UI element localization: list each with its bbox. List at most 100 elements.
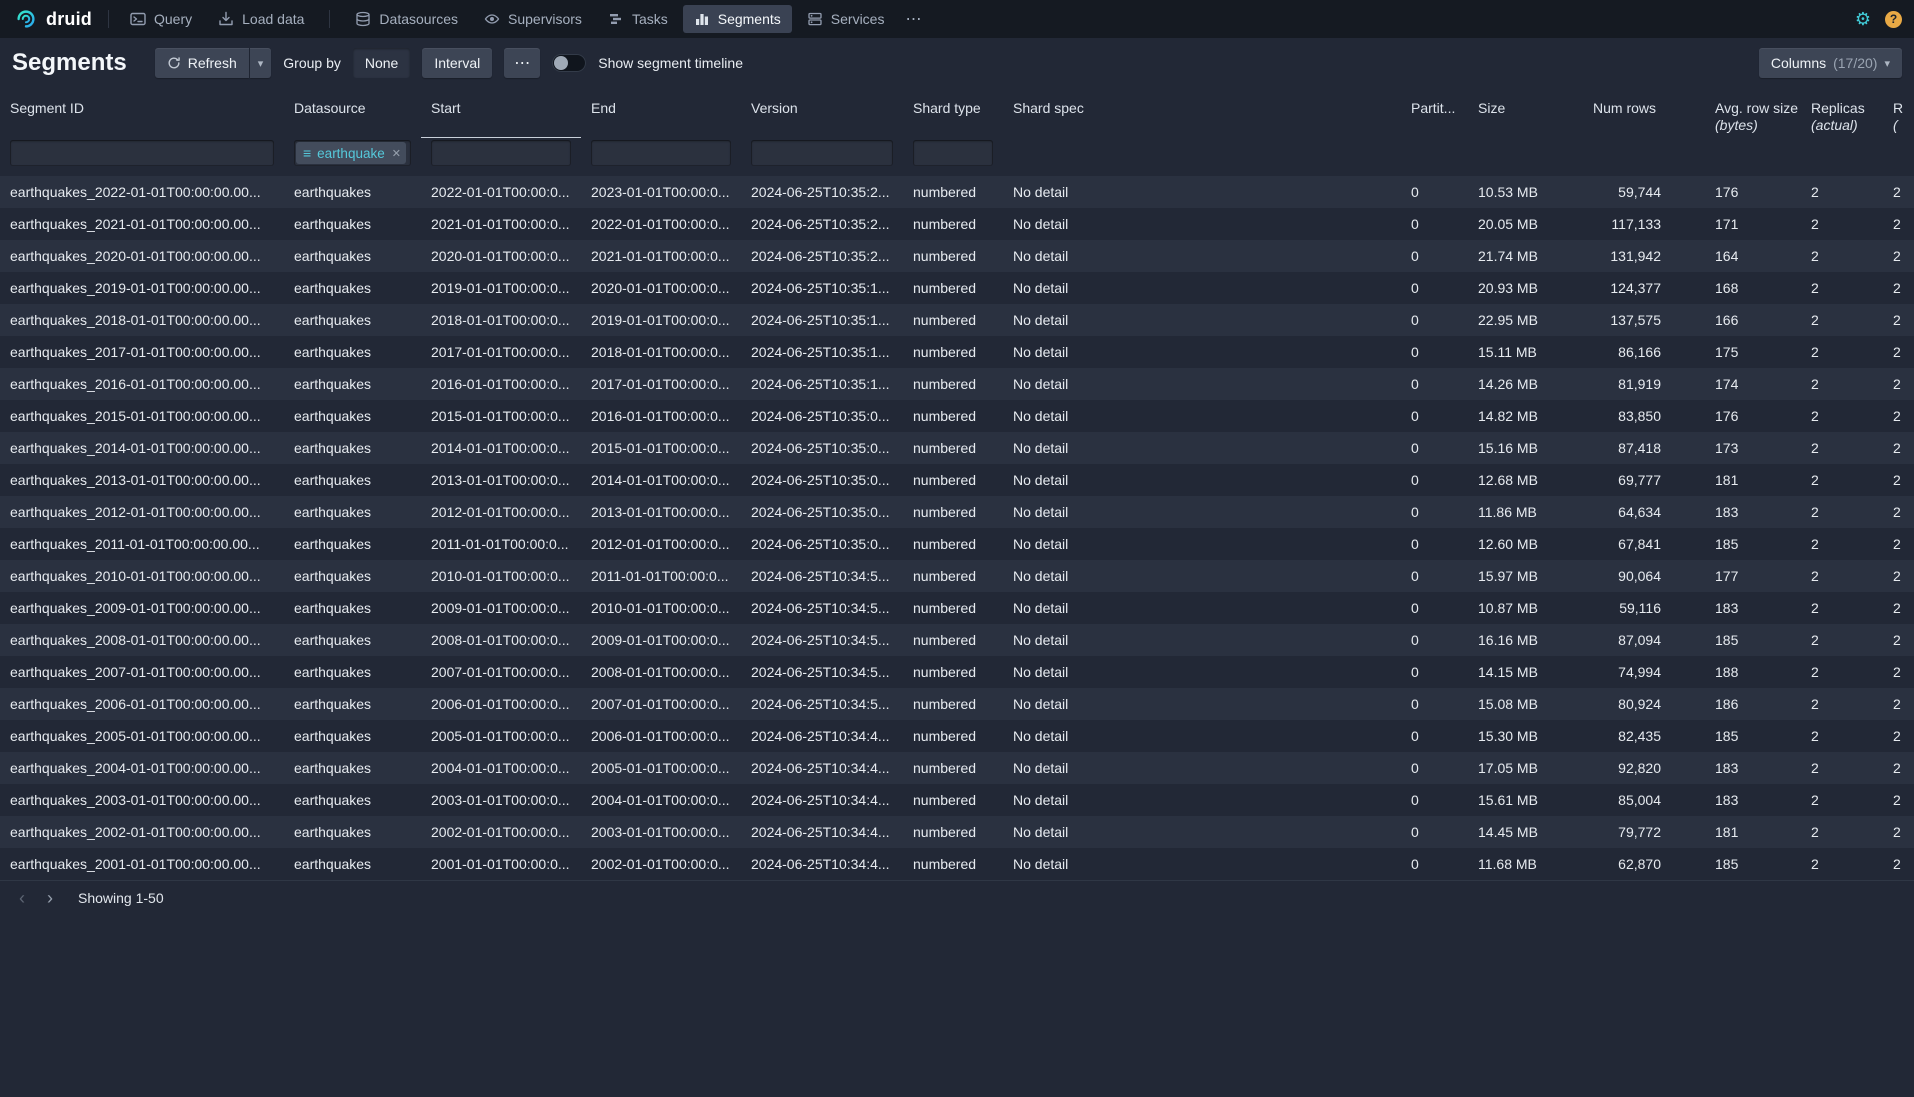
column-header-replicas[interactable]: Replicas(actual)	[1801, 90, 1883, 138]
table-row[interactable]: earthquakes_2011-01-01T00:00:00.00...ear…	[0, 528, 1914, 560]
table-row[interactable]: earthquakes_2020-01-01T00:00:00.00...ear…	[0, 240, 1914, 272]
num_rows-cell: 137,575	[1583, 304, 1705, 336]
segment_id-cell: earthquakes_2022-01-01T00:00:00.00...	[0, 176, 284, 208]
nav-item-tasks[interactable]: Tasks	[597, 5, 679, 33]
nav-item-load-data[interactable]: Load data	[207, 5, 315, 33]
nav-item-datasources[interactable]: Datasources	[344, 5, 469, 33]
table-row[interactable]: earthquakes_2004-01-01T00:00:00.00...ear…	[0, 752, 1914, 784]
column-header-version[interactable]: Version	[741, 90, 903, 138]
nav-item-services[interactable]: Services	[796, 5, 896, 33]
avg_row_size-cell: 164	[1705, 240, 1801, 272]
shard_type-cell: numbered	[903, 688, 1003, 720]
table-row[interactable]: earthquakes_2010-01-01T00:00:00.00...ear…	[0, 560, 1914, 592]
replication-cell: 2	[1883, 496, 1914, 528]
help-icon[interactable]: ?	[1885, 11, 1902, 28]
datasource-filter-tag[interactable]: ≡earthquake✕	[296, 142, 406, 164]
columns-button[interactable]: Columns (17/20) ▾	[1759, 48, 1902, 78]
column-label: Partit...	[1411, 100, 1458, 117]
shard_spec-cell: No detail	[1003, 848, 1401, 880]
datasources-icon	[355, 11, 371, 27]
replicas-cell: 2	[1801, 432, 1883, 464]
version-cell: 2024-06-25T10:34:4...	[741, 752, 903, 784]
column-header-shard_spec[interactable]: Shard spec	[1003, 90, 1401, 138]
table-row[interactable]: earthquakes_2002-01-01T00:00:00.00...ear…	[0, 816, 1914, 848]
nav-more-button[interactable]: ⋯	[895, 5, 932, 33]
remove-tag-icon[interactable]: ✕	[391, 147, 401, 160]
druid-logo[interactable]: druid	[12, 7, 98, 31]
column-header-avg_row_size[interactable]: Avg. row size(bytes)	[1705, 90, 1801, 138]
shard_type-cell: numbered	[903, 656, 1003, 688]
nav-item-supervisors[interactable]: Supervisors	[473, 5, 593, 33]
shard_type-filter-input[interactable]	[913, 140, 993, 166]
next-page-button[interactable]: ›	[36, 886, 64, 910]
table-row[interactable]: earthquakes_2016-01-01T00:00:00.00...ear…	[0, 368, 1914, 400]
table-row[interactable]: earthquakes_2017-01-01T00:00:00.00...ear…	[0, 336, 1914, 368]
start-filter-input[interactable]	[431, 140, 571, 166]
table-row[interactable]: earthquakes_2012-01-01T00:00:00.00...ear…	[0, 496, 1914, 528]
table-row[interactable]: earthquakes_2018-01-01T00:00:00.00...ear…	[0, 304, 1914, 336]
nav-item-query[interactable]: Query	[119, 5, 203, 33]
column-header-size[interactable]: Size	[1468, 90, 1583, 138]
datasource-cell: earthquakes	[284, 400, 421, 432]
load-data-icon	[218, 11, 234, 27]
shard_type-filter-cell	[903, 138, 1003, 176]
more-options-button[interactable]: ⋯	[504, 48, 540, 78]
table-row[interactable]: earthquakes_2013-01-01T00:00:00.00...ear…	[0, 464, 1914, 496]
table-row[interactable]: earthquakes_2006-01-01T00:00:00.00...ear…	[0, 688, 1914, 720]
segment_id-cell: earthquakes_2011-01-01T00:00:00.00...	[0, 528, 284, 560]
num_rows-cell: 90,064	[1583, 560, 1705, 592]
column-header-replication[interactable]: R(	[1883, 90, 1914, 138]
table-row[interactable]: earthquakes_2021-01-01T00:00:00.00...ear…	[0, 208, 1914, 240]
table-row[interactable]: earthquakes_2008-01-01T00:00:00.00...ear…	[0, 624, 1914, 656]
gear-icon[interactable]: ⚙	[1855, 10, 1871, 28]
table-row[interactable]: earthquakes_2014-01-01T00:00:00.00...ear…	[0, 432, 1914, 464]
partition-cell: 0	[1401, 304, 1468, 336]
supervisors-icon	[484, 11, 500, 27]
shard_type-cell: numbered	[903, 816, 1003, 848]
column-header-partition[interactable]: Partit...	[1401, 90, 1468, 138]
nav-item-segments[interactable]: Segments	[683, 5, 792, 33]
end-cell: 2012-01-01T00:00:0...	[581, 528, 741, 560]
column-header-datasource[interactable]: Datasource	[284, 90, 421, 138]
group-by-none-button[interactable]: None	[353, 48, 410, 78]
table-row[interactable]: earthquakes_2003-01-01T00:00:00.00...ear…	[0, 784, 1914, 816]
replicas-cell: 2	[1801, 208, 1883, 240]
table-row[interactable]: earthquakes_2007-01-01T00:00:00.00...ear…	[0, 656, 1914, 688]
partition-cell: 0	[1401, 272, 1468, 304]
table-row[interactable]: earthquakes_2005-01-01T00:00:00.00...ear…	[0, 720, 1914, 752]
datasource-cell: earthquakes	[284, 656, 421, 688]
table-row[interactable]: earthquakes_2019-01-01T00:00:00.00...ear…	[0, 272, 1914, 304]
refresh-dropdown-button[interactable]: ▾	[250, 48, 272, 78]
num_rows-cell: 69,777	[1583, 464, 1705, 496]
show-segment-timeline-toggle[interactable]	[552, 54, 586, 72]
more-icon: ⋯	[905, 11, 922, 28]
version-filter-input[interactable]	[751, 140, 893, 166]
column-header-start[interactable]: Start	[421, 90, 581, 138]
end-filter-input[interactable]	[591, 140, 731, 166]
column-header-segment_id[interactable]: Segment ID	[0, 90, 284, 138]
avg_row_size-cell: 183	[1705, 784, 1801, 816]
num_rows-cell: 59,744	[1583, 176, 1705, 208]
previous-page-button[interactable]: ‹	[8, 886, 36, 910]
shard_type-cell: numbered	[903, 848, 1003, 880]
segment_id-filter-input[interactable]	[10, 140, 274, 166]
column-header-num_rows[interactable]: Num rows	[1583, 90, 1705, 138]
table-row[interactable]: earthquakes_2015-01-01T00:00:00.00...ear…	[0, 400, 1914, 432]
table-row[interactable]: earthquakes_2009-01-01T00:00:00.00...ear…	[0, 592, 1914, 624]
table-row[interactable]: earthquakes_2001-01-01T00:00:00.00...ear…	[0, 848, 1914, 880]
partition-cell: 0	[1401, 592, 1468, 624]
column-label: R	[1893, 100, 1914, 117]
column-header-end[interactable]: End	[581, 90, 741, 138]
replication-cell: 2	[1883, 816, 1914, 848]
replication-cell: 2	[1883, 272, 1914, 304]
column-header-shard_type[interactable]: Shard type	[903, 90, 1003, 138]
logo-text: druid	[46, 9, 92, 30]
size-cell: 14.15 MB	[1468, 656, 1583, 688]
datasource-filter-input[interactable]: ≡earthquake✕	[294, 140, 411, 166]
segment_id-cell: earthquakes_2004-01-01T00:00:00.00...	[0, 752, 284, 784]
size-cell: 20.93 MB	[1468, 272, 1583, 304]
table-row[interactable]: earthquakes_2022-01-01T00:00:00.00...ear…	[0, 176, 1914, 208]
datasource-cell: earthquakes	[284, 848, 421, 880]
group-by-interval-button[interactable]: Interval	[422, 48, 492, 78]
refresh-button[interactable]: Refresh	[155, 48, 249, 78]
